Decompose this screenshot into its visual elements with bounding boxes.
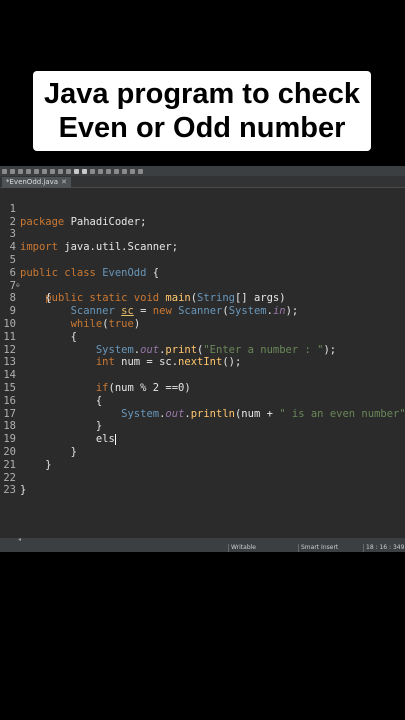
status-bar: Writable Smart Insert 18 : 16 : 349 <box>0 544 405 552</box>
code-line: 5 public class EvenOdd { <box>0 241 159 279</box>
code-line: 13 <box>0 344 38 368</box>
code-line: 22 } <box>0 459 38 497</box>
title-line-2: Even or Odd number <box>58 112 346 144</box>
code-line: 7 { <box>0 267 52 305</box>
code-line: 2 <box>0 203 38 228</box>
run-icon[interactable] <box>34 168 39 174</box>
external-tools-icon[interactable] <box>50 168 55 174</box>
code-line: 12 int num = sc.nextInt(); <box>0 331 241 369</box>
tab-label: *EvenOdd.java <box>6 178 59 186</box>
code-line: 17 } <box>0 395 102 433</box>
status-writable: Writable <box>228 544 256 552</box>
title-line-1: Java program to check <box>44 78 360 110</box>
ide-window: *EvenOdd.java ✕ 1 package PahadiCoder; 2… <box>0 166 405 552</box>
code-line: 3 import java.util.Scanner; <box>0 216 178 253</box>
forward-icon[interactable] <box>130 168 135 174</box>
code-line: 6 ⊖ public static void main(String[] arg… <box>0 254 286 305</box>
code-line: 1 package PahadiCoder; <box>0 190 147 228</box>
toggle-mark-icon[interactable] <box>90 168 95 174</box>
new-class-icon[interactable] <box>66 168 71 174</box>
code-line: 4 <box>0 228 38 253</box>
status-cursor-position: 18 : 16 : 349 <box>363 544 404 552</box>
save-icon[interactable] <box>10 168 15 174</box>
code-line-current: 18 els <box>0 408 116 445</box>
text-cursor <box>114 433 116 445</box>
code-line: 10 { <box>0 305 77 343</box>
code-line: 14 if(num % 2 ==0) <box>0 356 190 394</box>
line-number: 23 <box>3 484 16 497</box>
video-title-card: Java program to check Even or Odd number <box>33 71 371 151</box>
scroll-left-icon[interactable]: ◂ <box>18 536 21 543</box>
previous-annotation-icon[interactable] <box>106 168 111 174</box>
code-line: 9 while(true) <box>0 292 140 330</box>
editor-tab-bar: *EvenOdd.java ✕ <box>0 176 405 188</box>
code-line: 8 Scanner sc = new Scanner(System.in); <box>0 280 299 317</box>
last-edit-icon[interactable] <box>114 168 119 174</box>
code-line: 11 System.out.print("Enter a number : ")… <box>0 318 336 356</box>
code-line: 20 } <box>0 433 51 471</box>
code-line: 23 <box>0 472 38 496</box>
close-icon[interactable]: ✕ <box>61 177 67 188</box>
code-line: 16 System.out.println(num + " is an even… <box>0 382 405 420</box>
back-icon[interactable] <box>122 168 127 174</box>
coverage-icon[interactable] <box>42 168 47 174</box>
status-insert-mode: Smart Insert <box>298 544 338 552</box>
ide-toolbar <box>0 166 405 176</box>
search-icon[interactable] <box>82 168 87 174</box>
debug-icon[interactable] <box>26 168 31 174</box>
next-annotation-icon[interactable] <box>98 168 103 174</box>
tab-evenodd-java[interactable]: *EvenOdd.java ✕ <box>2 177 71 188</box>
open-type-icon[interactable] <box>74 168 79 174</box>
new-file-icon[interactable] <box>2 168 7 174</box>
code-line: 21 <box>0 446 38 471</box>
code-editor[interactable]: 1 package PahadiCoder; 2 3 import java.u… <box>0 190 405 538</box>
new-package-icon[interactable] <box>58 168 63 174</box>
print-icon[interactable] <box>18 168 23 174</box>
pin-editor-icon[interactable] <box>138 168 143 174</box>
code-line: 15 { <box>0 369 102 407</box>
code-line: 19 } <box>0 420 77 458</box>
